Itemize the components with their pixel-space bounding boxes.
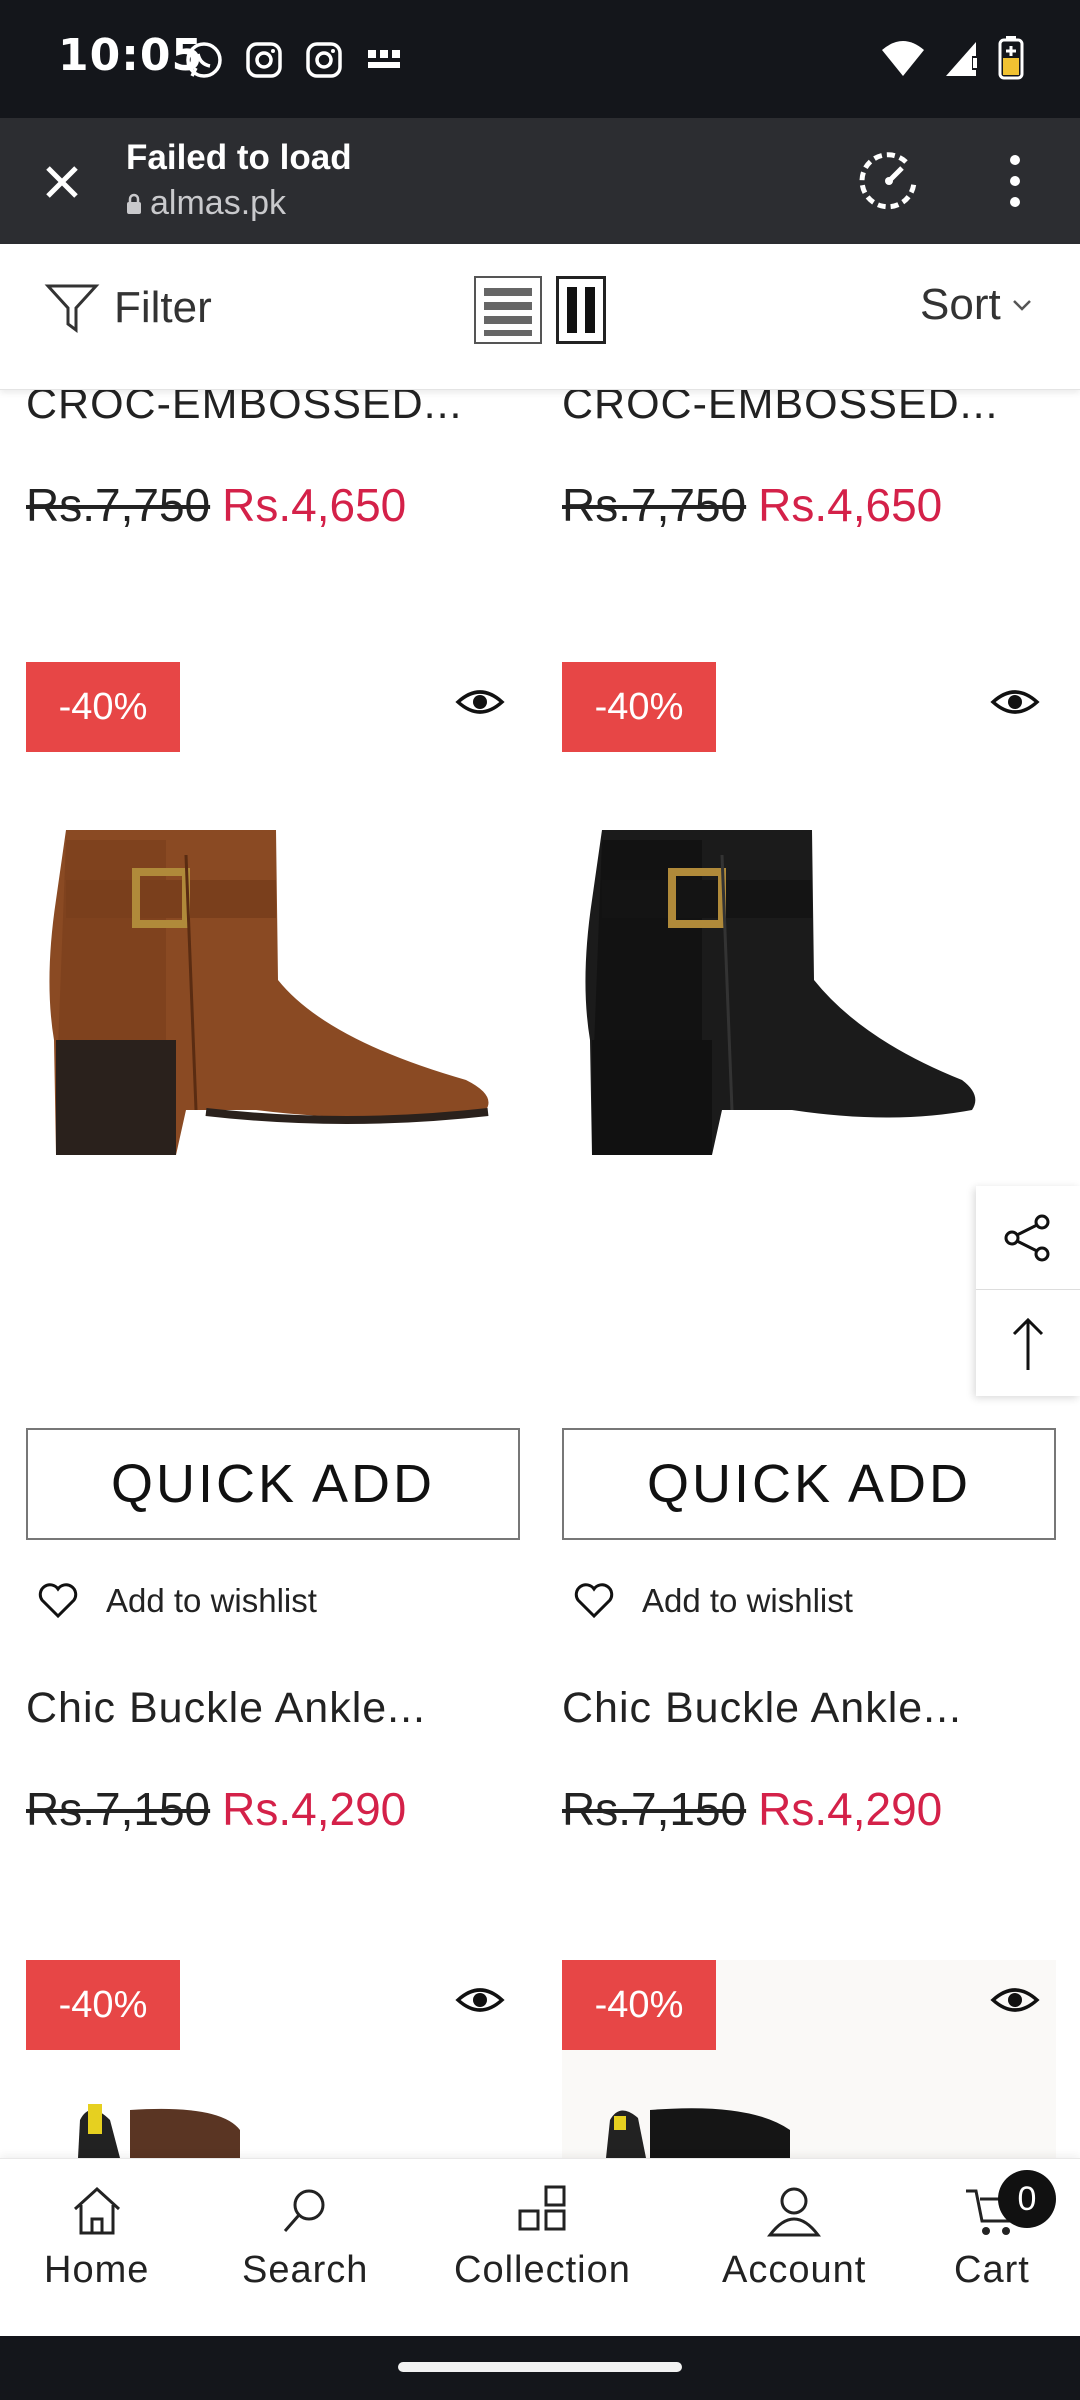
original-price: Rs.7,750 bbox=[562, 479, 747, 531]
nav-label: Cart bbox=[954, 2249, 1030, 2291]
status-bar: 10:05 bbox=[0, 0, 1080, 118]
eye-icon[interactable] bbox=[455, 682, 505, 722]
home-icon bbox=[73, 2186, 120, 2235]
wishlist-label: Add to wishlist bbox=[106, 1582, 317, 1619]
grid-view-toggle[interactable] bbox=[556, 276, 606, 344]
page-title: Failed to load bbox=[126, 138, 352, 177]
product-name[interactable]: Chic Buckle Ankle... bbox=[562, 1684, 1056, 1733]
heart-icon bbox=[38, 1583, 78, 1619]
filter-icon bbox=[44, 284, 100, 333]
add-to-wishlist[interactable]: Add to wishlist bbox=[38, 1582, 317, 1620]
grid-view-icon bbox=[567, 287, 595, 333]
original-price: Rs.7,150 bbox=[562, 1783, 747, 1835]
nav-account[interactable]: Account bbox=[722, 2181, 866, 2292]
account-icon bbox=[767, 2187, 822, 2237]
quick-add-button[interactable]: QUICK ADD bbox=[562, 1428, 1056, 1540]
floating-actions bbox=[976, 1186, 1080, 1396]
custom-tab-bar: Failed to load almas.pk bbox=[0, 118, 1080, 244]
original-price: Rs.7,750 bbox=[26, 479, 211, 531]
more-vert-icon[interactable] bbox=[1000, 148, 1030, 214]
sale-price: Rs.4,650 bbox=[222, 479, 407, 531]
quick-add-button[interactable]: QUICK ADD bbox=[26, 1428, 520, 1540]
arrow-up-icon bbox=[1012, 1317, 1044, 1370]
nav-label: Search bbox=[242, 2249, 369, 2291]
discount-badge: -40% bbox=[562, 662, 716, 752]
status-system-icons bbox=[880, 36, 1024, 80]
instagram-icon bbox=[246, 42, 282, 78]
search-icon bbox=[284, 2189, 325, 2232]
signal-icon bbox=[946, 42, 978, 76]
discount-badge: -40% bbox=[26, 1960, 180, 2050]
product-name[interactable]: Chic Buckle Ankle... bbox=[26, 1684, 520, 1733]
wifi-icon bbox=[882, 41, 924, 76]
collection-toolbar: Filter Sort bbox=[0, 244, 1080, 390]
filter-button[interactable]: Filter bbox=[44, 280, 212, 336]
share-icon bbox=[1004, 1214, 1050, 1261]
eye-icon[interactable] bbox=[455, 1980, 505, 2020]
list-view-toggle[interactable] bbox=[474, 276, 542, 344]
price-row: Rs.7,150 Rs.4,290 bbox=[562, 1782, 942, 1836]
sale-price: Rs.4,290 bbox=[758, 1783, 943, 1835]
speedometer-icon[interactable] bbox=[856, 148, 922, 214]
eye-icon[interactable] bbox=[990, 1980, 1040, 2020]
original-price: Rs.7,150 bbox=[26, 1783, 211, 1835]
share-button[interactable] bbox=[976, 1186, 1080, 1290]
sort-label: Sort bbox=[920, 280, 1001, 329]
temu-icon bbox=[368, 50, 400, 68]
whatsapp-icon bbox=[186, 42, 222, 78]
heart-icon bbox=[574, 1583, 614, 1619]
nav-label: Collection bbox=[454, 2249, 631, 2291]
nav-home[interactable]: Home bbox=[44, 2181, 149, 2292]
bottom-navigation: Home Search Collection Account Cart bbox=[0, 2158, 1080, 2336]
wishlist-label: Add to wishlist bbox=[642, 1582, 853, 1619]
sort-button[interactable]: Sort bbox=[920, 280, 1033, 330]
price-row: Rs.7,750 Rs.4,650 bbox=[26, 478, 406, 532]
url-display[interactable]: almas.pk bbox=[126, 184, 286, 223]
product-image-black-ankle-boot[interactable] bbox=[562, 780, 982, 1220]
system-gesture-bar bbox=[0, 2336, 1080, 2400]
cart-count-badge: 0 bbox=[998, 2170, 1056, 2228]
chevron-down-icon bbox=[1012, 300, 1031, 311]
lock-icon bbox=[127, 193, 141, 214]
url-text: almas.pk bbox=[150, 184, 287, 222]
discount-badge: -40% bbox=[562, 1960, 716, 2050]
battery-icon bbox=[998, 36, 1024, 80]
eye-icon[interactable] bbox=[990, 682, 1040, 722]
nav-search[interactable]: Search bbox=[242, 2181, 368, 2292]
add-to-wishlist[interactable]: Add to wishlist bbox=[574, 1582, 853, 1620]
nav-label: Account bbox=[722, 2249, 867, 2291]
price-row: Rs.7,150 Rs.4,290 bbox=[26, 1782, 406, 1836]
back-to-top-button[interactable] bbox=[976, 1292, 1080, 1396]
nav-collection[interactable]: Collection bbox=[454, 2181, 631, 2292]
price-row: Rs.7,750 Rs.4,650 bbox=[562, 478, 942, 532]
instagram-icon bbox=[306, 42, 342, 78]
collection-icon bbox=[518, 2185, 566, 2231]
home-gesture-handle[interactable] bbox=[398, 2362, 682, 2372]
close-icon[interactable] bbox=[38, 158, 86, 206]
filter-label: Filter bbox=[114, 283, 212, 332]
list-view-icon bbox=[484, 288, 532, 336]
product-image-partial[interactable] bbox=[590, 2090, 810, 2158]
discount-badge: -40% bbox=[26, 662, 180, 752]
sale-price: Rs.4,290 bbox=[222, 1783, 407, 1835]
product-image-partial[interactable] bbox=[60, 2090, 260, 2158]
product-image-brown-ankle-boot[interactable] bbox=[26, 780, 520, 1220]
sale-price: Rs.4,650 bbox=[758, 479, 943, 531]
status-notification-icons bbox=[182, 38, 406, 82]
nav-label: Home bbox=[44, 2249, 150, 2291]
